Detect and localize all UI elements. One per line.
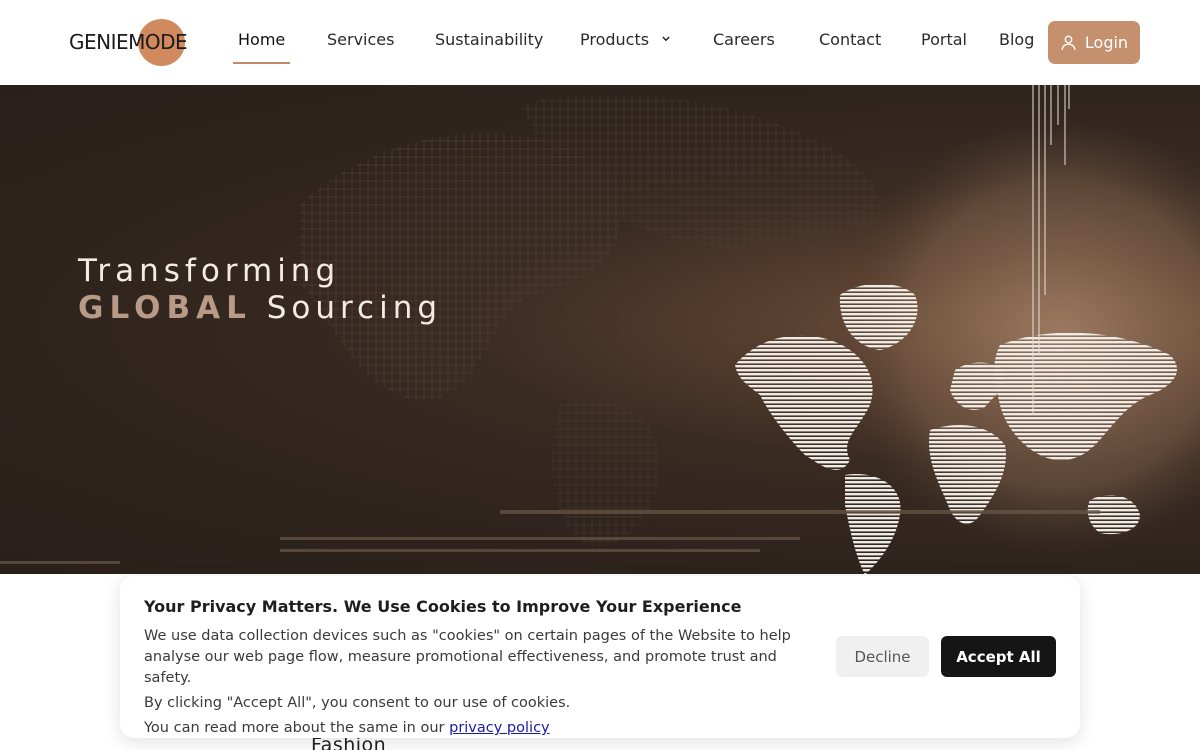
nav-services[interactable]: Services [327,30,394,49]
nav-portal[interactable]: Portal [921,30,967,49]
hero-line-1: Transforming [78,253,341,289]
hero-line-2-rest: Sourcing [266,290,443,326]
nav-sustainability[interactable]: Sustainability [435,30,543,49]
cookie-body-text-3: You can read more about the same in our … [144,718,824,739]
nav-blog[interactable]: Blog [999,30,1034,49]
active-nav-underline [233,62,290,64]
cookie-body-text-3-prefix: You can read more about the same in our [144,720,450,736]
cookie-consent-banner: Your Privacy Matters. We Use Cookies to … [120,576,1080,738]
accept-all-button[interactable]: Accept All [941,636,1056,677]
hero-line-2: GLOBAL Sourcing [78,290,442,327]
site-header: GENIEMODE Home Services Sustainability P… [0,0,1200,85]
hero-banner: Transforming GLOBAL Sourcing [0,85,1200,574]
decline-button[interactable]: Decline [836,636,929,677]
nav-products[interactable]: Products [580,30,670,49]
hero-headline: Transforming GLOBAL Sourcing [78,253,442,327]
nav-products-label: Products [580,30,650,49]
world-map-graphic [0,85,1200,574]
cookie-body: We use data collection devices such as "… [144,626,824,739]
login-label: Login [1084,33,1129,52]
main-nav: Home Services Sustainability Products Ca… [0,0,1200,85]
hero-accent-word: GLOBAL [78,290,252,326]
cookie-body-text-1: We use data collection devices such as "… [144,628,791,686]
chevron-down-icon [662,36,670,41]
login-button[interactable]: Login [1048,21,1140,64]
privacy-policy-link[interactable]: privacy policy [449,720,550,736]
nav-careers[interactable]: Careers [713,30,775,49]
user-icon [1061,35,1076,50]
nav-contact[interactable]: Contact [819,30,881,49]
nav-home[interactable]: Home [238,30,285,49]
cookie-title: Your Privacy Matters. We Use Cookies to … [144,597,742,616]
cookie-body-text-2: By clicking "Accept All", you consent to… [144,695,571,711]
